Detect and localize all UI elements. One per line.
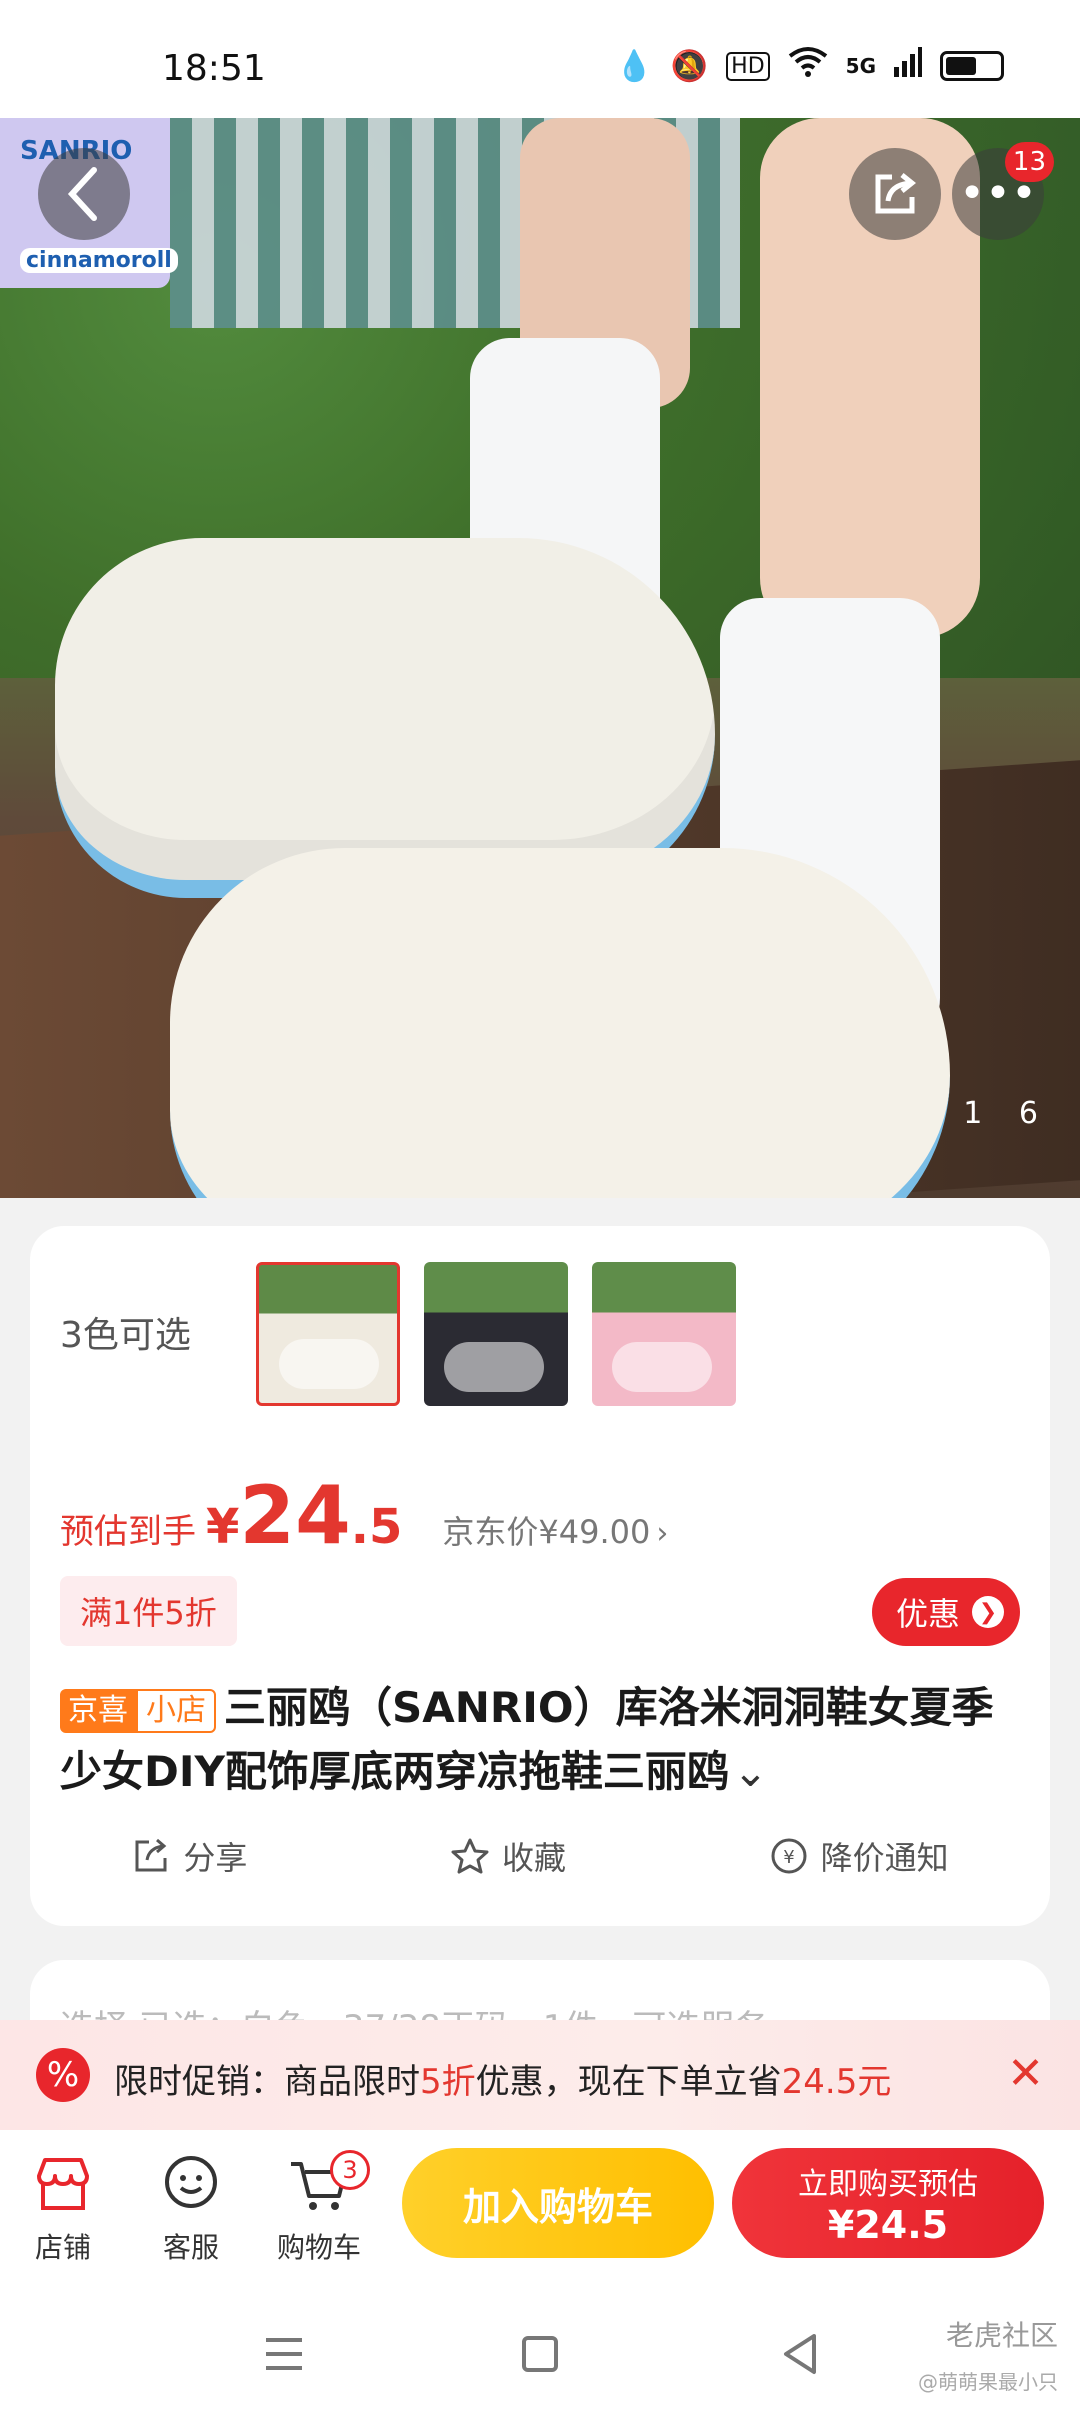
buy-now-label: 立即购买预估 (798, 2167, 978, 2202)
promo-saving: 24.5元 (781, 2062, 892, 2102)
price-alert-icon: ¥ (771, 1838, 807, 1874)
page-current: 1 (963, 1096, 985, 1131)
watermark-sub: @萌萌果最小只 (918, 2370, 1058, 2394)
promo-discount: 5折 (420, 2062, 476, 2102)
chevron-right-icon: ❯ (972, 1596, 1004, 1628)
price-integer: 24 (239, 1469, 351, 1562)
status-time: 18:51 (162, 48, 266, 89)
price-decimal: .5 (350, 1499, 403, 1555)
store-button[interactable]: 店铺 (8, 2150, 118, 2266)
back-button[interactable] (38, 148, 130, 240)
bell-muted-icon: 🔕 (670, 48, 709, 84)
store-label: 店铺 (34, 2231, 91, 2264)
star-icon (451, 1838, 489, 1874)
color-options-label: 3色可选 (60, 1315, 191, 1356)
share-icon (875, 173, 917, 214)
chevron-left-icon (67, 167, 97, 221)
price-row: 预估到手 ¥ 24 .5 京东价¥49.00 › (60, 1476, 668, 1556)
tag-small-shop: 小店 (136, 1688, 216, 1733)
system-nav-bar: 老虎社区 @萌萌果最小只 (0, 2290, 1080, 2412)
thumbnail-character-text: cinnamoroll (20, 248, 178, 273)
jd-price-link[interactable]: 京东价¥49.00 (442, 1507, 650, 1553)
price-alert-action[interactable]: ¥ 降价通知 (769, 1833, 949, 1879)
favorite-label: 收藏 (501, 1839, 566, 1877)
promo-tag: 满1件5折 (60, 1576, 237, 1646)
share-action[interactable]: 分享 (131, 1833, 247, 1879)
watermark-main: 老虎社区 (945, 2319, 1058, 2352)
estimated-price-label: 预估到手 (60, 1512, 196, 1552)
status-bar: 18:51 💧 🔕 HD 5G (0, 0, 1080, 118)
home-icon[interactable] (512, 2326, 568, 2382)
water-drop-icon: 💧 (615, 48, 653, 84)
watermark: 老虎社区 @萌萌果最小只 (918, 2314, 1058, 2395)
share-label: 分享 (183, 1839, 248, 1877)
product-title[interactable]: 京喜 小店 三丽鸥（SANRIO）库洛米洞洞鞋女夏季少女DIY配饰厚底两穿凉拖鞋三丽… (60, 1676, 1020, 1804)
battery-icon (940, 51, 1004, 81)
image-shoe-front (170, 848, 950, 1198)
share-icon (135, 1838, 167, 1872)
signal-bars-icon (894, 47, 922, 85)
customer-service-button[interactable]: 客服 (136, 2150, 246, 2266)
more-button[interactable]: ••• 13 (952, 142, 1054, 240)
percent-icon: % (36, 2048, 90, 2102)
buy-now-button[interactable]: 立即购买预估 ¥24.5 (732, 2148, 1044, 2258)
product-info-card: 3色可选 预估到手 ¥ 24 .5 京东价¥49.00 › 满1件5折 优惠 ❯… (30, 1226, 1050, 1926)
back-triangle-icon[interactable] (772, 2326, 828, 2382)
price-currency: ¥ (206, 1499, 240, 1555)
image-page-counter: 1 6 (963, 1096, 1040, 1131)
tag-jingxi: 京喜 (60, 1688, 136, 1733)
service-label: 客服 (162, 2231, 219, 2264)
menu-icon[interactable] (256, 2326, 312, 2382)
wifi-icon (788, 46, 828, 86)
cart-button[interactable]: 3 购物车 (264, 2150, 374, 2266)
price-alert-label: 降价通知 (820, 1839, 949, 1877)
add-to-cart-button[interactable]: 加入购物车 (402, 2148, 714, 2258)
page-total: 6 (1018, 1096, 1040, 1131)
notification-badge: 13 (1004, 142, 1054, 182)
promo-prefix: 限时促销：商品限时 (114, 2062, 420, 2102)
share-button[interactable] (849, 148, 941, 240)
image-shoe-back (55, 538, 715, 898)
close-icon[interactable]: ✕ (1007, 2050, 1044, 2098)
variant-black[interactable] (424, 1262, 568, 1406)
hd-icon: HD (726, 51, 770, 81)
product-image-carousel[interactable]: SANRIO cinnamoroll 1 6 (0, 118, 1080, 1198)
cart-label: 购物车 (276, 2231, 361, 2264)
expand-chevron-icon[interactable]: ⌄ (733, 1747, 768, 1796)
cart-count-badge: 3 (330, 2150, 370, 2190)
discount-label: 优惠 (895, 1595, 960, 1633)
chat-smile-icon (165, 2156, 217, 2208)
chevron-right-icon: › (656, 1516, 669, 1551)
variant-white[interactable] (256, 1262, 400, 1406)
discount-button[interactable]: 优惠 ❯ (871, 1578, 1020, 1646)
favorite-action[interactable]: 收藏 (450, 1833, 566, 1879)
status-icons: 💧 🔕 HD 5G (615, 46, 1004, 86)
action-row: 分享 收藏 ¥ 降价通知 (30, 1826, 1050, 1886)
svg-text:¥: ¥ (783, 1847, 794, 1868)
5g-signal-icon: 5G (845, 54, 876, 78)
store-icon (37, 2158, 89, 2210)
bottom-action-bar: 店铺 客服 3 购物车 加入购物车 立即购买预估 ¥24.5 (0, 2130, 1080, 2290)
promo-middle: 优惠，现在下单立省 (475, 2062, 782, 2102)
buy-now-price: ¥24.5 (827, 2203, 949, 2247)
promotion-banner: % 限时促销：商品限时5折优惠，现在下单立省24.5元 ✕ (0, 2020, 1080, 2130)
promotion-text: 限时促销：商品限时5折优惠，现在下单立省24.5元 (114, 2054, 891, 2103)
variant-pink[interactable] (592, 1262, 736, 1406)
